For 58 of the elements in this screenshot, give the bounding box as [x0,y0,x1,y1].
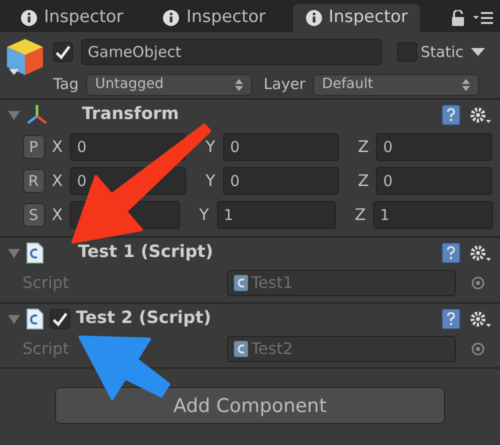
position-button[interactable]: P [22,135,44,159]
axis-label: X [50,136,64,158]
number-field[interactable]: 0 [376,167,492,195]
settings-icon[interactable] [468,242,492,263]
axis-label: X [50,170,64,192]
tab[interactable]: Inspector [292,4,420,32]
row-button[interactable]: S [22,203,44,227]
help-book-icon[interactable] [440,104,460,126]
tab[interactable]: Inspector [8,4,136,32]
component-title: Test 1 (Script) [78,241,214,264]
dropdown-arrow-icon[interactable] [471,46,485,57]
info-icon [304,9,323,27]
checkbox[interactable] [396,42,417,62]
stepper-arrows-icon [235,78,244,90]
script-file-icon [26,308,44,330]
axis-label: Y [198,204,210,226]
number-field[interactable]: 0 [223,167,340,195]
static-label: Static [420,42,464,62]
stepper-arrows-icon [462,78,470,90]
name-field[interactable]: GameObject [80,38,382,65]
tag-label: Tag [53,74,79,96]
script-asset-icon [234,274,248,291]
help-book-icon[interactable] [440,242,460,264]
checkbox[interactable] [50,308,70,328]
component-title: Transform [82,103,179,126]
layer-dropdown[interactable]: Default [312,74,479,96]
number-field[interactable]: 0 [376,133,492,161]
number-field[interactable]: 0 [223,133,340,161]
tab[interactable]: Inspector [150,4,278,32]
axis-label: Z [354,204,367,226]
layer-label: Layer [264,74,306,96]
add-component-button[interactable]: Add Component [55,387,445,424]
menu-icon[interactable] [472,11,492,25]
info-icon [162,9,180,27]
number-field[interactable]: 1 [216,201,336,229]
expanded-triangle-icon[interactable] [8,246,20,259]
expanded-triangle-icon[interactable] [8,109,20,121]
number-field[interactable]: 1 [372,201,492,229]
lock-icon[interactable] [451,10,465,26]
object-picker-icon[interactable] [471,342,485,356]
row-button[interactable]: R [22,169,44,193]
axis-label: X [50,204,64,226]
expanded-triangle-icon[interactable] [8,312,20,324]
script-file-icon [26,242,44,264]
settings-icon[interactable] [468,105,492,125]
script-asset-icon [234,340,248,356]
axis-label: Y [204,136,216,158]
settings-icon[interactable] [468,308,492,328]
axis-label: Z [356,170,370,192]
help-book-icon[interactable] [440,308,460,330]
axis-label: Y [204,170,216,192]
axes-icon [26,104,48,126]
tag-dropdown[interactable]: Untagged [86,74,252,96]
component-title: Test 2 (Script) [76,306,212,330]
checkbox[interactable] [53,42,74,62]
info-icon [20,9,38,27]
object-picker-icon[interactable] [471,276,485,290]
axis-label: Z [356,136,370,158]
